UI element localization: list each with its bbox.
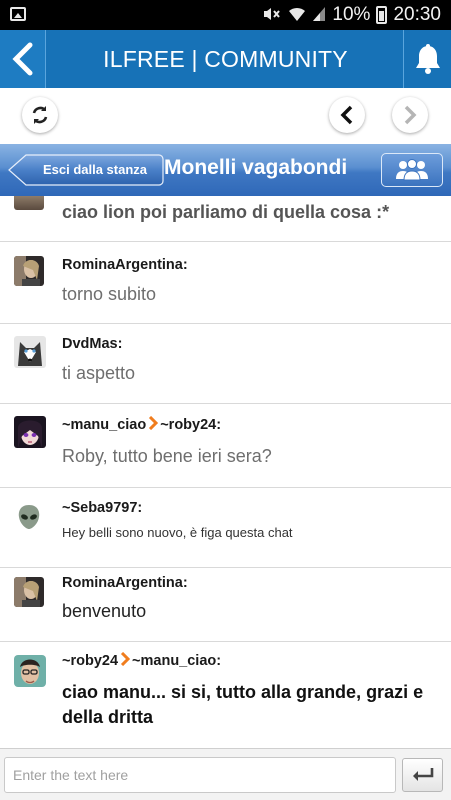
private-arrow-icon xyxy=(120,652,131,666)
recipient-name: ~manu_ciao: xyxy=(132,653,222,669)
avatar xyxy=(14,196,44,210)
message-item[interactable]: RominaArgentina: benvenuto xyxy=(0,568,451,642)
message-item[interactable]: RominaArgentina: torno subito xyxy=(0,242,451,324)
signal-icon xyxy=(312,6,326,25)
message-text: ti aspetto xyxy=(62,363,136,383)
avatar xyxy=(14,655,46,687)
bell-icon xyxy=(415,44,440,74)
message-author: RominaArgentina: xyxy=(62,257,188,273)
previous-button[interactable] xyxy=(329,97,365,133)
notifications-button[interactable] xyxy=(403,30,451,88)
refresh-button[interactable] xyxy=(22,97,58,133)
avatar xyxy=(14,256,44,286)
avatar xyxy=(14,336,46,368)
avatar xyxy=(14,502,44,532)
message-author-private: ~manu_ciao ~roby24: xyxy=(62,416,221,433)
message-item[interactable]: ciao lion poi parliamo di quella cosa :* xyxy=(0,196,451,242)
message-text: torno subito xyxy=(62,284,157,304)
participants-button[interactable] xyxy=(381,153,443,187)
composer-bar xyxy=(0,748,451,800)
wifi-icon xyxy=(288,6,306,25)
message-item[interactable]: ~Seba9797: Hey belli sono nuovo, è figa … xyxy=(0,488,451,568)
message-input[interactable] xyxy=(4,757,396,793)
avatar xyxy=(14,416,46,448)
mute-icon xyxy=(262,6,282,25)
avatar xyxy=(14,577,44,607)
message-text: ciao lion poi parliamo di quella cosa :* xyxy=(62,202,390,222)
app-header: ILFREE | COMMUNITY xyxy=(0,30,451,88)
status-bar-right: 10% 20:30 xyxy=(262,4,441,26)
room-bar: Esci dalla stanza Monelli vagabondi xyxy=(0,144,451,196)
message-text: ciao manu... si si, tutto alla grande, g… xyxy=(62,682,424,727)
chevron-left-icon xyxy=(340,105,353,125)
message-item[interactable]: DvdMas: ti aspetto xyxy=(0,324,451,404)
battery-icon xyxy=(376,6,388,24)
message-text: Hey belli sono nuovo, è figa questa chat xyxy=(62,525,293,540)
message-author-private: ~roby24 ~manu_ciao: xyxy=(62,652,221,669)
message-author: DvdMas: xyxy=(62,336,123,352)
enter-icon xyxy=(412,768,433,781)
message-item[interactable]: ~manu_ciao ~roby24: Roby, tutto bene ieri… xyxy=(0,404,451,488)
recipient-name: ~roby24: xyxy=(160,417,222,433)
back-button[interactable] xyxy=(0,30,46,88)
battery-percent: 10% xyxy=(332,4,371,25)
refresh-icon xyxy=(32,106,48,124)
people-icon xyxy=(396,159,428,181)
message-author: RominaArgentina: xyxy=(62,575,188,591)
message-item[interactable]: ~roby24 ~manu_ciao: ciao manu... si si, t… xyxy=(0,642,451,748)
app-title: ILFREE | COMMUNITY xyxy=(103,46,348,72)
room-title: Monelli vagabondi xyxy=(164,156,348,179)
status-bar: 10% 20:30 xyxy=(0,0,451,30)
clock: 20:30 xyxy=(393,4,441,25)
exit-room-button[interactable]: Esci dalla stanza xyxy=(8,154,164,186)
exit-room-label: Esci dalla stanza xyxy=(42,162,148,177)
navigation-toolbar xyxy=(0,88,451,144)
message-author: ~Seba9797: xyxy=(62,500,143,516)
message-list[interactable]: ciao lion poi parliamo di quella cosa :*… xyxy=(0,196,451,748)
back-icon xyxy=(11,42,32,76)
gallery-icon xyxy=(10,7,26,21)
sender-name: ~roby24 xyxy=(62,653,119,669)
next-button[interactable] xyxy=(392,97,428,133)
message-text: Roby, tutto bene ieri sera? xyxy=(62,446,272,466)
chevron-right-icon xyxy=(404,105,417,125)
send-button[interactable] xyxy=(402,758,443,792)
private-arrow-icon xyxy=(149,416,159,430)
sender-name: ~manu_ciao xyxy=(62,417,147,433)
message-text: benvenuto xyxy=(62,601,147,621)
